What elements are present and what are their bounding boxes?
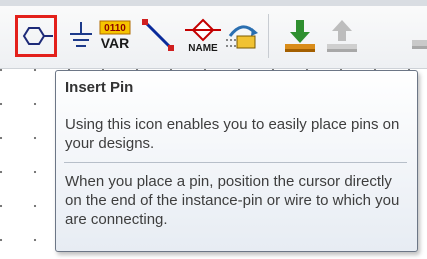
wire-icon bbox=[142, 19, 174, 51]
toolbar: 0110 VAR NAME bbox=[0, 0, 427, 69]
tooltip-title: Insert Pin bbox=[65, 79, 134, 96]
wire-button[interactable] bbox=[139, 16, 179, 56]
upload-button[interactable] bbox=[322, 16, 362, 56]
name-icon-label: NAME bbox=[188, 43, 218, 54]
var-button[interactable]: 0110 VAR bbox=[96, 16, 136, 56]
var-icon-label: VAR bbox=[101, 35, 130, 51]
toolbar-top-strip bbox=[0, 0, 427, 6]
layer-icon bbox=[412, 40, 427, 49]
ground-button[interactable] bbox=[61, 16, 101, 56]
var-icon-top-text: 0110 bbox=[104, 23, 126, 34]
tooltip-paragraph-2: When you place a pin, position the curso… bbox=[65, 173, 400, 228]
name-icon: NAME bbox=[185, 18, 221, 54]
name-button[interactable]: NAME bbox=[182, 16, 222, 56]
tooltip-paragraph-1: Using this icon enables you to easily pl… bbox=[65, 116, 400, 152]
toolbar-button-partial[interactable] bbox=[408, 16, 427, 56]
bus-ripper-icon bbox=[226, 25, 258, 49]
download-button[interactable] bbox=[280, 16, 320, 56]
bus-ripper-button[interactable] bbox=[222, 16, 262, 56]
insert-pin-tooltip: Insert Pin Using this icon enables you t… bbox=[55, 70, 418, 252]
ground-icon bbox=[70, 22, 92, 47]
download-icon bbox=[285, 20, 315, 52]
tooltip-divider bbox=[64, 162, 407, 163]
upload-icon bbox=[327, 20, 357, 52]
insert-pin-icon bbox=[22, 27, 53, 45]
toolbar-separator bbox=[268, 14, 269, 58]
var-icon: 0110 VAR bbox=[99, 20, 131, 51]
insert-pin-button[interactable] bbox=[15, 15, 57, 57]
